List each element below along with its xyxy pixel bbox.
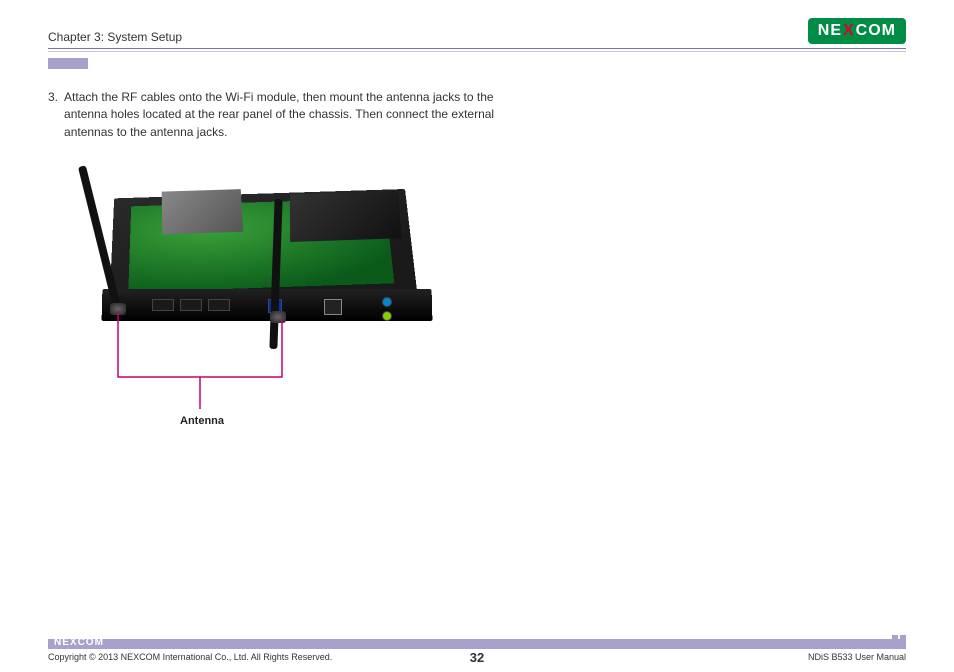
header-divider — [48, 48, 906, 49]
chapter-title: Chapter 3: System Setup — [48, 30, 182, 44]
footer-logo-post: COM — [78, 637, 104, 648]
figure-board-with-antennas: Antenna — [72, 159, 492, 459]
callout-label-antenna: Antenna — [180, 415, 224, 427]
footer-decor-squares-icon — [892, 635, 906, 649]
hdmi-port-icon — [180, 299, 202, 311]
document-reference: NDiS B533 User Manual — [808, 652, 906, 662]
step-number: 3. — [48, 89, 58, 141]
footer-logo-pre: NE — [54, 637, 70, 648]
antenna-jack-left-icon — [110, 303, 126, 315]
hdmi-port-icon — [152, 299, 174, 311]
hdmi-port-icon — [208, 299, 230, 311]
ethernet-port-icon — [324, 299, 342, 315]
storage-drive — [290, 191, 402, 242]
footer-bar: NEXCOM — [48, 639, 906, 649]
footer-info-line: Copyright © 2013 NEXCOM International Co… — [48, 652, 906, 662]
instruction-step: 3. Attach the RF cables onto the Wi-Fi m… — [48, 89, 528, 141]
copyright-text: Copyright © 2013 NEXCOM International Co… — [48, 652, 332, 662]
logo-text-pre: NE — [818, 22, 842, 40]
logo-text-post: COM — [856, 22, 896, 40]
page-content: 3. Attach the RF cables onto the Wi-Fi m… — [0, 69, 954, 459]
section-tab-marker — [48, 58, 88, 69]
cpu-heatsink — [162, 189, 244, 234]
logo-text-x: X — [843, 22, 855, 40]
page-header: Chapter 3: System Setup NEXCOM — [0, 0, 954, 48]
page-footer: NEXCOM Copyright © 2013 NEXCOM Internati… — [0, 639, 954, 672]
footer-brand-logo: NEXCOM — [54, 637, 104, 648]
antenna-jack-right-icon — [270, 311, 286, 323]
page-number: 32 — [470, 650, 484, 665]
header-subdivider — [48, 51, 906, 52]
footer-logo-x: X — [70, 637, 78, 648]
step-text: Attach the RF cables onto the Wi-Fi modu… — [64, 89, 528, 141]
brand-logo: NEXCOM — [808, 18, 906, 44]
board-illustration — [72, 159, 422, 349]
